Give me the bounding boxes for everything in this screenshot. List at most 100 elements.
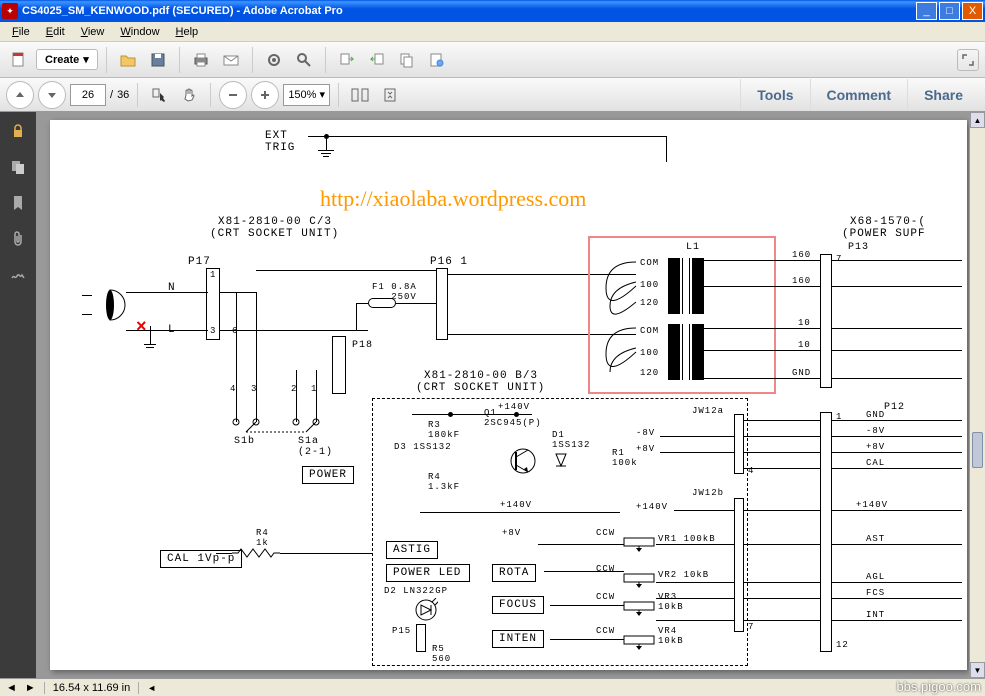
label-socket-c-name: (CRT SOCKET UNIT) xyxy=(210,228,339,240)
label-socket-b-part: X81-2810-00 B/3 xyxy=(424,370,538,382)
label-r3: R3 180kF xyxy=(428,420,460,440)
label-vr2: VR2 10kB xyxy=(658,570,709,580)
close-button[interactable]: X xyxy=(962,2,983,20)
scroll-down-arrow[interactable]: ▼ xyxy=(970,662,985,678)
lock-icon[interactable] xyxy=(7,120,29,142)
label-vr3: VR3 10kB xyxy=(658,592,684,612)
bookmark-panel-icon[interactable] xyxy=(7,192,29,214)
create-button[interactable]: Create▾ xyxy=(36,49,98,70)
gear-icon[interactable] xyxy=(261,47,287,73)
select-tool-icon[interactable] xyxy=(146,82,172,108)
maximize-button[interactable]: □ xyxy=(939,2,960,20)
menu-bar: File Edit View Window Help xyxy=(0,22,985,42)
box-inten: INTEN xyxy=(492,630,544,648)
label-psu-part: X68-1570-( xyxy=(850,216,926,228)
label-jw12b: JW12b xyxy=(692,488,724,498)
label-p13: P13 xyxy=(848,242,869,253)
label-r4: R4 1.3kF xyxy=(428,472,460,492)
box-power: POWER xyxy=(302,466,354,484)
doc-share-icon[interactable] xyxy=(424,47,450,73)
chevron-down-icon: ▾ xyxy=(83,53,89,66)
box-astig: ASTIG xyxy=(386,541,438,559)
page-number-input[interactable] xyxy=(70,84,106,106)
zoom-out-button[interactable] xyxy=(219,81,247,109)
convert2-icon[interactable] xyxy=(364,47,390,73)
email-icon[interactable] xyxy=(218,47,244,73)
page-down-button[interactable] xyxy=(38,81,66,109)
label-d1: D1 1SS132 xyxy=(552,430,590,450)
print-icon[interactable] xyxy=(188,47,214,73)
window-titlebar: ✦ CS4025_SM_KENWOOD.pdf (SECURED) - Adob… xyxy=(0,0,985,22)
attachment-panel-icon[interactable] xyxy=(7,228,29,250)
signatures-panel-icon[interactable] xyxy=(7,264,29,286)
label-p15: P15 xyxy=(392,626,411,636)
label-p12: P12 xyxy=(884,402,905,413)
corner-watermark: bbs.pigoo.com xyxy=(896,679,981,694)
status-nav-right[interactable]: ► xyxy=(25,682,36,694)
page-up-button[interactable] xyxy=(6,81,34,109)
tools-link[interactable]: Tools xyxy=(740,79,809,111)
expand-icon[interactable] xyxy=(957,49,979,71)
label-p17: P17 xyxy=(188,256,211,268)
box-rota: ROTA xyxy=(492,564,536,582)
box-power-led: POWER LED xyxy=(386,564,470,582)
vertical-scrollbar[interactable]: ▲ ▼ xyxy=(969,112,985,678)
label-socket-b-name: (CRT SOCKET UNIT) xyxy=(416,382,545,394)
label-l1: L1 xyxy=(686,242,700,253)
menu-edit[interactable]: Edit xyxy=(38,24,73,40)
label-d3: D3 1SS132 xyxy=(394,442,452,452)
scrollbar-thumb[interactable] xyxy=(972,432,983,468)
zoom-in-button[interactable] xyxy=(251,81,279,109)
page-dimensions: 16.54 x 11.69 in xyxy=(53,682,130,694)
label-r5: R5 560 xyxy=(432,644,451,664)
minimize-button[interactable]: _ xyxy=(916,2,937,20)
create-doc-icon[interactable] xyxy=(6,47,32,73)
label-ext-trig: EXT TRIG xyxy=(265,130,295,154)
label-p16: P16 1 xyxy=(430,256,468,268)
doc-copy-icon[interactable] xyxy=(394,47,420,73)
open-icon[interactable] xyxy=(115,47,141,73)
toolbar-main: Create▾ xyxy=(0,42,985,78)
pdf-icon: ✦ xyxy=(2,3,18,19)
workspace: http://xiaolaba.wordpress.com EXT TRIG X… xyxy=(0,112,985,678)
page-total: 36 xyxy=(117,89,129,101)
search-icon[interactable] xyxy=(291,47,317,73)
label-vr1: VR1 100kB xyxy=(658,534,716,544)
label-jw12a: JW12a xyxy=(692,406,724,416)
hand-tool-icon[interactable] xyxy=(176,82,202,108)
window-title: CS4025_SM_KENWOOD.pdf (SECURED) - Adobe … xyxy=(22,5,914,17)
label-r4b: R4 1k xyxy=(256,528,269,548)
share-link[interactable]: Share xyxy=(907,79,979,111)
status-nav-left[interactable]: ◄ xyxy=(6,682,17,694)
menu-help[interactable]: Help xyxy=(168,24,207,40)
menu-file[interactable]: File xyxy=(4,24,38,40)
comment-link[interactable]: Comment xyxy=(810,79,908,111)
navigation-pane xyxy=(0,112,36,678)
pages-panel-icon[interactable] xyxy=(7,156,29,178)
chevron-down-icon: ▾ xyxy=(320,88,326,101)
label-p18: P18 xyxy=(352,340,373,351)
label-f1: F1 0.8A 250V xyxy=(372,282,417,302)
label-psu-name: (POWER SUPF xyxy=(842,228,926,240)
menu-window[interactable]: Window xyxy=(112,24,167,40)
fit-page-icon[interactable] xyxy=(377,82,403,108)
box-focus: FOCUS xyxy=(492,596,544,614)
document-viewport[interactable]: http://xiaolaba.wordpress.com EXT TRIG X… xyxy=(36,112,985,678)
pdf-page: http://xiaolaba.wordpress.com EXT TRIG X… xyxy=(50,120,967,670)
watermark-url: http://xiaolaba.wordpress.com xyxy=(320,186,586,212)
convert-icon[interactable] xyxy=(334,47,360,73)
menu-view[interactable]: View xyxy=(73,24,113,40)
zoom-select[interactable]: 150% ▾ xyxy=(283,84,330,106)
label-r1: R1 100k xyxy=(612,448,638,468)
label-vr4: VR4 10kB xyxy=(658,626,684,646)
label-q1: Q1 2SC945(P) xyxy=(484,408,542,428)
view-mode-icon[interactable] xyxy=(347,82,373,108)
label-socket-c-part: X81-2810-00 C/3 xyxy=(218,216,332,228)
red-x-mark: × xyxy=(136,316,147,337)
label-d2: D2 LN322GP xyxy=(384,586,448,596)
save-icon[interactable] xyxy=(145,47,171,73)
page-sep: / xyxy=(110,89,113,101)
ac-plug-icon xyxy=(90,285,130,325)
scroll-up-arrow[interactable]: ▲ xyxy=(970,112,985,128)
status-bar: ◄ ► 16.54 x 11.69 in ◄ xyxy=(0,678,985,696)
